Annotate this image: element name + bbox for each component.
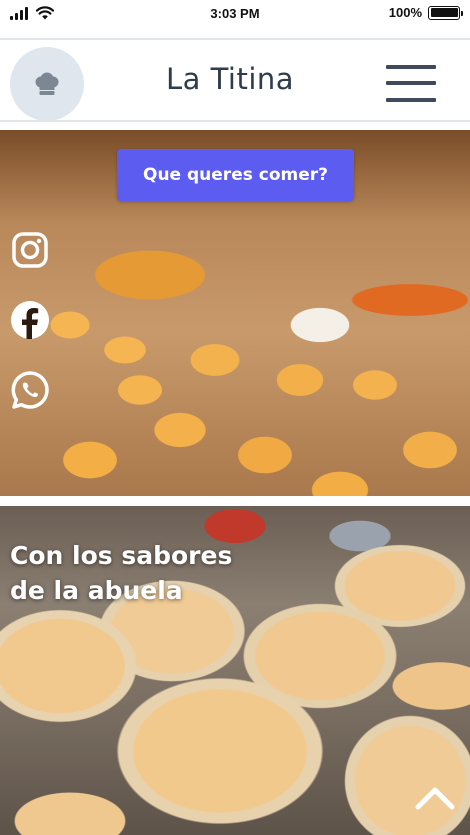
status-bar: 3:03 PM 100% [0, 0, 470, 28]
instagram-icon[interactable] [10, 230, 50, 270]
hero-pasta-image: Que queres comer? [0, 130, 470, 496]
hamburger-menu-icon[interactable] [386, 65, 436, 103]
hero-tagline: Con los sabores de la abuela [10, 539, 270, 608]
battery-icon [428, 5, 463, 20]
chevron-up-icon[interactable] [412, 783, 458, 813]
tagline-line-2: de la abuela [10, 575, 183, 605]
tagline-line-1: Con los sabores [10, 541, 233, 570]
section-divider [0, 496, 470, 506]
hero-ravioli-image: Con los sabores de la abuela [0, 506, 470, 835]
order-cta-button[interactable]: Que queres comer? [117, 149, 354, 201]
battery-percent: 100% [388, 5, 422, 20]
app-header: La Titina [0, 38, 470, 122]
facebook-icon[interactable] [10, 300, 50, 340]
whatsapp-icon[interactable] [10, 370, 50, 410]
status-right: 100% [388, 5, 463, 20]
